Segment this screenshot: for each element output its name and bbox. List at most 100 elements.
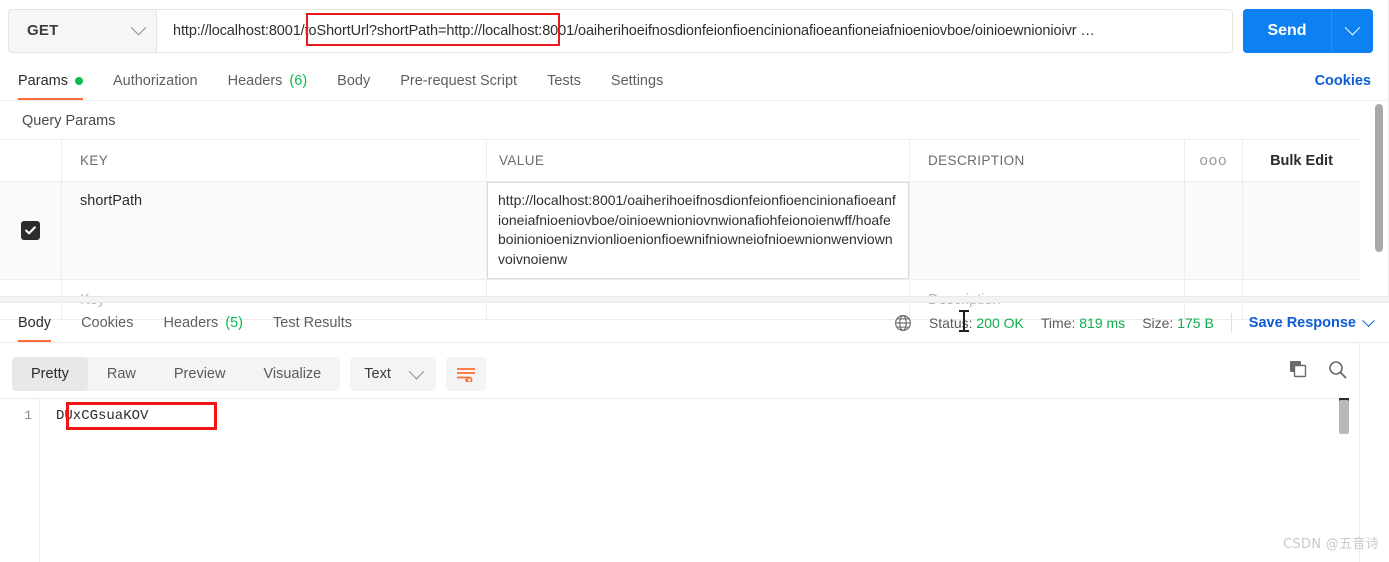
tab-tests[interactable]: Tests	[547, 73, 581, 100]
copy-icon	[1290, 361, 1307, 378]
url-input-wrapper[interactable]: http://localhost:8001/toShortUrl?shortPa…	[156, 8, 1233, 53]
tab-response-headers[interactable]: Headers (5)	[163, 315, 243, 342]
word-wrap-icon	[456, 368, 475, 382]
header-cell-value: VALUE	[487, 140, 910, 181]
line-number: 1	[24, 408, 32, 423]
tab-pre-request-script[interactable]: Pre-request Script	[400, 73, 517, 100]
word-wrap-button[interactable]	[445, 357, 486, 391]
row-options-cell	[1185, 182, 1243, 279]
request-tabs: Params Authorization Headers (6) Body Pr…	[0, 61, 1389, 101]
line-number-gutter: 1	[0, 399, 40, 562]
params-modified-dot-icon	[74, 77, 83, 85]
globe-icon[interactable]	[894, 314, 912, 332]
search-icon	[1329, 361, 1347, 379]
tab-response-cookies[interactable]: Cookies	[81, 315, 133, 342]
table-options-button[interactable]: ooo	[1185, 140, 1243, 181]
url-input[interactable]: http://localhost:8001/toShortUrl?shortPa…	[157, 23, 1105, 39]
tab-params-label: Params	[18, 73, 68, 89]
param-enabled-checkbox[interactable]	[21, 221, 40, 240]
bulk-edit-label: Bulk Edit	[1270, 152, 1333, 169]
view-visualize-button[interactable]: Visualize	[244, 357, 340, 391]
tab-test-results-label: Test Results	[273, 315, 352, 331]
tab-response-cookies-label: Cookies	[81, 315, 134, 331]
table-row: shortPath http://localhost:8001/oaiherih…	[0, 182, 1360, 280]
watermark: CSDN @五音诗	[1283, 537, 1379, 552]
param-value-input[interactable]: http://localhost:8001/oaiherihoeifnosdio…	[487, 182, 909, 279]
response-body-viewer[interactable]: 1 DUxCGsuaKOV	[0, 398, 1342, 562]
postman-app: GET http://localhost:8001/toShortUrl?sho…	[0, 0, 1389, 562]
tab-headers-count: (6)	[289, 73, 308, 89]
time-label: Time:	[1040, 315, 1076, 331]
pane-splitter[interactable]	[0, 296, 1389, 303]
row-description-cell[interactable]	[910, 182, 1185, 279]
tab-authorization[interactable]: Authorization	[113, 73, 198, 100]
status-divider	[1230, 313, 1232, 333]
tab-settings[interactable]: Settings	[611, 73, 663, 100]
response-format-label: Text	[364, 366, 391, 382]
row-bulk-cell	[1243, 182, 1360, 279]
header-value-label: VALUE	[499, 153, 545, 168]
send-button[interactable]: Send	[1243, 8, 1331, 53]
table-header-row: KEY VALUE DESCRIPTION ooo Bulk Edit	[0, 140, 1360, 182]
row-value-cell[interactable]: http://localhost:8001/oaiherihoeifnosdio…	[487, 182, 910, 279]
tab-test-results[interactable]: Test Results	[273, 315, 352, 342]
view-raw-button[interactable]: Raw	[88, 357, 155, 391]
tab-settings-label: Settings	[610, 73, 664, 89]
view-pretty-button[interactable]: Pretty	[12, 357, 88, 391]
tab-headers-label: Headers	[227, 73, 283, 89]
header-cell-key: KEY	[62, 140, 487, 181]
tab-response-body[interactable]: Body	[18, 315, 52, 342]
chevron-down-icon	[1344, 19, 1361, 36]
send-options-button[interactable]	[1331, 8, 1373, 53]
header-description-label: DESCRIPTION	[928, 153, 1025, 168]
url-bar-row: GET http://localhost:8001/toShortUrl?sho…	[0, 0, 1389, 61]
save-response-button[interactable]: Save Response	[1249, 313, 1375, 331]
query-params-title: Query Params	[0, 102, 1360, 140]
response-body-toolbar: Pretty Raw Preview Visualize Text	[0, 350, 1389, 398]
check-icon	[25, 226, 36, 235]
text-cursor-icon	[959, 310, 969, 332]
bulk-edit-button[interactable]: Bulk Edit	[1243, 140, 1360, 181]
status-value: 200 OK	[976, 315, 1024, 331]
size-label: Size:	[1142, 315, 1174, 331]
body-scrollbar-thumb[interactable]	[1339, 400, 1349, 434]
response-body-content: DUxCGsuaKOV	[56, 408, 149, 424]
chevron-down-icon	[408, 363, 425, 379]
tab-response-headers-count: (5)	[225, 315, 243, 331]
tab-body[interactable]: Body	[337, 73, 370, 100]
view-preview-button[interactable]: Preview	[155, 357, 245, 391]
response-right-rail	[1359, 343, 1389, 562]
http-method-select[interactable]: GET	[8, 8, 156, 53]
response-tabs: Body Cookies Headers (5) Test Results St…	[0, 303, 1389, 343]
row-checkbox-cell	[0, 182, 62, 279]
size-group: Size: 175 B	[1142, 315, 1214, 331]
tab-headers[interactable]: Headers (6)	[228, 73, 308, 100]
tab-body-label: Body	[337, 73, 371, 89]
tab-authorization-label: Authorization	[112, 73, 198, 89]
send-button-group: Send	[1243, 8, 1373, 53]
status-group: Status: 200 OK	[929, 315, 1024, 331]
tab-tests-label: Tests	[547, 73, 581, 89]
time-group: Time: 819 ms	[1041, 315, 1125, 331]
header-key-label: KEY	[80, 153, 109, 168]
query-params-table: KEY VALUE DESCRIPTION ooo Bulk Edit shor…	[0, 140, 1360, 320]
chevron-down-icon	[130, 19, 147, 36]
tab-params[interactable]: Params	[18, 73, 83, 100]
status-label: Status:	[928, 315, 973, 331]
response-body-actions	[1289, 360, 1347, 379]
tab-pre-request-script-label: Pre-request Script	[400, 73, 518, 89]
tab-response-headers-label: Headers	[163, 315, 219, 331]
cookies-link[interactable]: Cookies	[1315, 73, 1371, 89]
http-method-label: GET	[27, 22, 59, 39]
row-key-cell[interactable]: shortPath	[62, 182, 487, 279]
response-format-select[interactable]: Text	[350, 357, 436, 391]
size-value: 175 B	[1177, 315, 1214, 331]
params-scrollbar-thumb[interactable]	[1375, 104, 1383, 252]
search-button[interactable]	[1328, 360, 1347, 379]
param-key-value: shortPath	[80, 193, 143, 209]
header-cell-checkbox	[0, 140, 62, 181]
chevron-down-icon	[1362, 313, 1375, 327]
tab-response-body-label: Body	[18, 315, 52, 331]
ellipsis-icon: ooo	[1199, 152, 1228, 169]
copy-button[interactable]	[1289, 360, 1308, 379]
